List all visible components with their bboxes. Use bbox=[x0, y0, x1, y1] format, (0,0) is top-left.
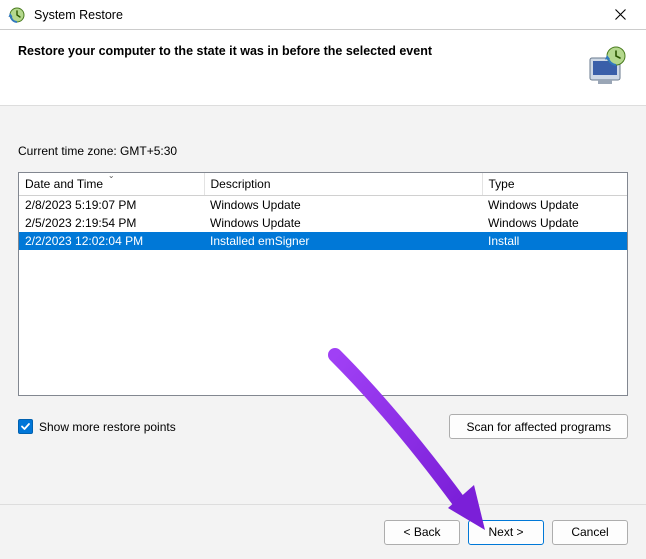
sort-descending-icon: ⌄ bbox=[108, 172, 115, 180]
restore-points-table[interactable]: Date and Time ⌄ Description Type 2/8/202… bbox=[18, 172, 628, 396]
footer-buttons: < Back Next > Cancel bbox=[0, 505, 646, 559]
back-button[interactable]: < Back bbox=[384, 520, 460, 545]
show-more-label: Show more restore points bbox=[39, 420, 176, 434]
cell-type: Install bbox=[482, 232, 627, 250]
cell-type: Windows Update bbox=[482, 196, 627, 215]
cell-date: 2/8/2023 5:19:07 PM bbox=[19, 196, 204, 215]
cell-date: 2/2/2023 12:02:04 PM bbox=[19, 232, 204, 250]
col-header-date[interactable]: Date and Time ⌄ bbox=[19, 173, 204, 196]
cancel-button[interactable]: Cancel bbox=[552, 520, 628, 545]
col-header-date-label: Date and Time bbox=[25, 177, 103, 191]
scan-programs-button[interactable]: Scan for affected programs bbox=[449, 414, 628, 439]
cell-desc: Windows Update bbox=[204, 214, 482, 232]
cell-type: Windows Update bbox=[482, 214, 627, 232]
col-header-description[interactable]: Description bbox=[204, 173, 482, 196]
system-restore-icon bbox=[8, 6, 26, 24]
table-header-row: Date and Time ⌄ Description Type bbox=[19, 173, 627, 196]
content-area: Current time zone: GMT+5:30 Date and Tim… bbox=[0, 106, 646, 505]
header-text: Restore your computer to the state it wa… bbox=[18, 44, 572, 58]
checkbox-icon bbox=[18, 419, 33, 434]
next-button[interactable]: Next > bbox=[468, 520, 544, 545]
cell-desc: Installed emSigner bbox=[204, 232, 482, 250]
close-button[interactable] bbox=[602, 1, 638, 29]
table-row[interactable]: 2/2/2023 12:02:04 PMInstalled emSignerIn… bbox=[19, 232, 627, 250]
restore-large-icon bbox=[584, 44, 628, 88]
window-title: System Restore bbox=[34, 8, 123, 22]
show-more-checkbox-wrap[interactable]: Show more restore points bbox=[18, 419, 176, 434]
header-section: Restore your computer to the state it wa… bbox=[0, 30, 646, 106]
table-row[interactable]: 2/5/2023 2:19:54 PMWindows UpdateWindows… bbox=[19, 214, 627, 232]
table-row[interactable]: 2/8/2023 5:19:07 PMWindows UpdateWindows… bbox=[19, 196, 627, 215]
cell-desc: Windows Update bbox=[204, 196, 482, 215]
titlebar: System Restore bbox=[0, 0, 646, 30]
col-header-type[interactable]: Type bbox=[482, 173, 627, 196]
timezone-label: Current time zone: GMT+5:30 bbox=[18, 144, 628, 158]
cell-date: 2/5/2023 2:19:54 PM bbox=[19, 214, 204, 232]
options-row: Show more restore points Scan for affect… bbox=[18, 414, 628, 439]
